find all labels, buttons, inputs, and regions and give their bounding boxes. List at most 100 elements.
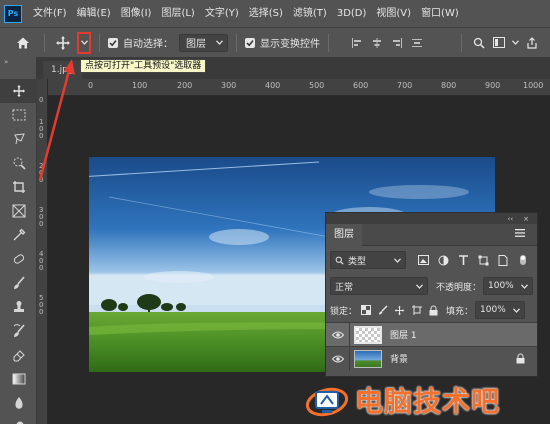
visibility-eye-icon[interactable] xyxy=(326,346,350,371)
crop-icon xyxy=(12,181,25,193)
opacity-input[interactable]: 100% xyxy=(483,277,533,295)
divider xyxy=(236,33,237,52)
ruler-label: 0 xyxy=(39,220,44,228)
collapse-panel-icon[interactable]: ‹‹ xyxy=(508,215,514,223)
history-brush-icon xyxy=(13,324,25,337)
eraser-icon xyxy=(13,350,25,362)
filter-type-dropdown[interactable]: 类型 xyxy=(330,251,406,269)
distribute-icon[interactable] xyxy=(407,33,427,53)
auto-select-checkbox[interactable] xyxy=(108,37,118,48)
move-tool-icon xyxy=(53,33,73,53)
menu-window[interactable]: 窗口(W) xyxy=(416,0,464,27)
layers-panel: ‹‹ × 图层 类型 正常 不透明度： 100% 锁定： 填充： 100% 图层… xyxy=(325,212,538,377)
auto-select-label: 自动选择： xyxy=(123,39,173,50)
align-tools xyxy=(347,33,427,53)
divider xyxy=(99,33,100,52)
opacity-label: 不透明度： xyxy=(435,282,481,293)
smart-object-filter-icon[interactable] xyxy=(493,251,513,269)
image-filter-icon[interactable] xyxy=(414,251,434,269)
tab-layers[interactable]: 图层 xyxy=(326,223,362,246)
history-brush-tool[interactable] xyxy=(0,319,37,343)
align-center-icon[interactable] xyxy=(367,33,387,53)
menu-file[interactable]: 文件(F) xyxy=(28,0,72,27)
dodge-icon xyxy=(16,421,23,424)
auto-select-dropdown[interactable]: 图层 xyxy=(179,33,228,52)
lock-label: 锁定： xyxy=(330,306,358,317)
lock-position-icon[interactable] xyxy=(391,301,408,319)
options-bar: 自动选择： 图层 显示变换控件 xyxy=(0,27,550,57)
ruler-label: 500 xyxy=(309,81,325,90)
lasso-icon xyxy=(13,133,25,145)
layer-thumbnail xyxy=(354,349,382,368)
layer-name: 背景 xyxy=(390,355,409,365)
lock-artboard-icon[interactable] xyxy=(408,301,425,319)
dodge-tool[interactable] xyxy=(0,415,37,424)
eraser-tool[interactable] xyxy=(0,343,37,367)
watermark: 电脑技术吧 xyxy=(305,375,550,424)
chevron-down-icon xyxy=(216,40,223,45)
brush-tool[interactable] xyxy=(0,271,37,295)
layer-item[interactable]: 背景 xyxy=(326,346,537,371)
chevron-down-icon[interactable] xyxy=(510,40,520,45)
fill-input[interactable]: 100% xyxy=(475,301,526,319)
healing-tool[interactable] xyxy=(0,247,37,271)
menu-3d[interactable]: 3D(D) xyxy=(332,0,372,27)
lock-pixels-icon[interactable] xyxy=(374,301,391,319)
gradient-icon xyxy=(12,373,25,385)
chevron-down-icon xyxy=(393,257,401,263)
watermark-text: 电脑技术吧 xyxy=(355,384,501,418)
frame-icon xyxy=(12,204,25,218)
eyedropper-tool[interactable] xyxy=(0,223,37,247)
visibility-eye-icon[interactable] xyxy=(326,322,350,347)
blend-opacity-row: 正常 不透明度： 100% xyxy=(326,274,537,298)
align-right-icon[interactable] xyxy=(387,33,407,53)
panel-top-bar: ‹‹ × xyxy=(326,213,537,224)
show-transform-checkbox[interactable] xyxy=(245,37,255,48)
menu-layer[interactable]: 图层(L) xyxy=(156,0,199,27)
filter-toggle-icon[interactable] xyxy=(513,251,533,269)
layer-item[interactable]: 图层 1 xyxy=(326,322,537,347)
divider xyxy=(44,33,45,52)
adjustment-filter-icon[interactable] xyxy=(434,251,454,269)
blur-tool[interactable] xyxy=(0,391,37,415)
search-icon[interactable] xyxy=(470,37,488,49)
ruler-label: 1000 xyxy=(523,81,544,90)
chevron-down-icon xyxy=(521,283,528,289)
ruler-label: 0 xyxy=(39,308,44,316)
fill-value: 100% xyxy=(480,305,506,315)
menu-image[interactable]: 图像(I) xyxy=(116,0,157,27)
stamp-tool[interactable] xyxy=(0,295,37,319)
layer-name: 图层 1 xyxy=(390,331,417,341)
lock-all-icon[interactable] xyxy=(425,301,442,319)
blend-mode-dropdown[interactable]: 正常 xyxy=(330,277,428,295)
frame-tool[interactable] xyxy=(0,199,37,223)
lock-transparent-icon[interactable] xyxy=(357,301,374,319)
chevron-down-icon xyxy=(416,283,423,289)
menu-type[interactable]: 文字(Y) xyxy=(200,0,244,27)
menu-edit[interactable]: 编辑(E) xyxy=(72,0,116,27)
ruler-label: 400 xyxy=(265,81,281,90)
tool-preset-dropdown[interactable] xyxy=(77,31,91,54)
menu-view[interactable]: 视图(V) xyxy=(371,0,416,27)
workspace-icon[interactable] xyxy=(488,37,510,48)
home-icon[interactable] xyxy=(10,30,36,56)
panel-menu-icon[interactable] xyxy=(515,229,531,240)
opacity-value: 100% xyxy=(488,281,514,291)
auto-select-value: 图层 xyxy=(186,39,206,50)
menu-select[interactable]: 选择(S) xyxy=(244,0,288,27)
show-transform-label: 显示变换控件 xyxy=(260,39,320,50)
gradient-tool[interactable] xyxy=(0,367,37,391)
type-filter-icon[interactable] xyxy=(453,251,473,269)
menu-filter[interactable]: 滤镜(T) xyxy=(288,0,332,27)
chevron-down-icon xyxy=(80,40,88,45)
ruler-label: 0 xyxy=(88,81,94,90)
close-panel-icon[interactable]: × xyxy=(523,215,529,223)
ruler-label: 700 xyxy=(397,81,413,90)
filter-type-label: 类型 xyxy=(348,256,367,267)
search-icon xyxy=(335,256,344,265)
shape-filter-icon[interactable] xyxy=(473,251,493,269)
tool-preset-tooltip: 点按可打开"工具预设"选取器 xyxy=(80,59,207,73)
align-left-icon[interactable] xyxy=(347,33,367,53)
move-icon xyxy=(12,84,25,98)
share-icon[interactable] xyxy=(520,36,544,49)
